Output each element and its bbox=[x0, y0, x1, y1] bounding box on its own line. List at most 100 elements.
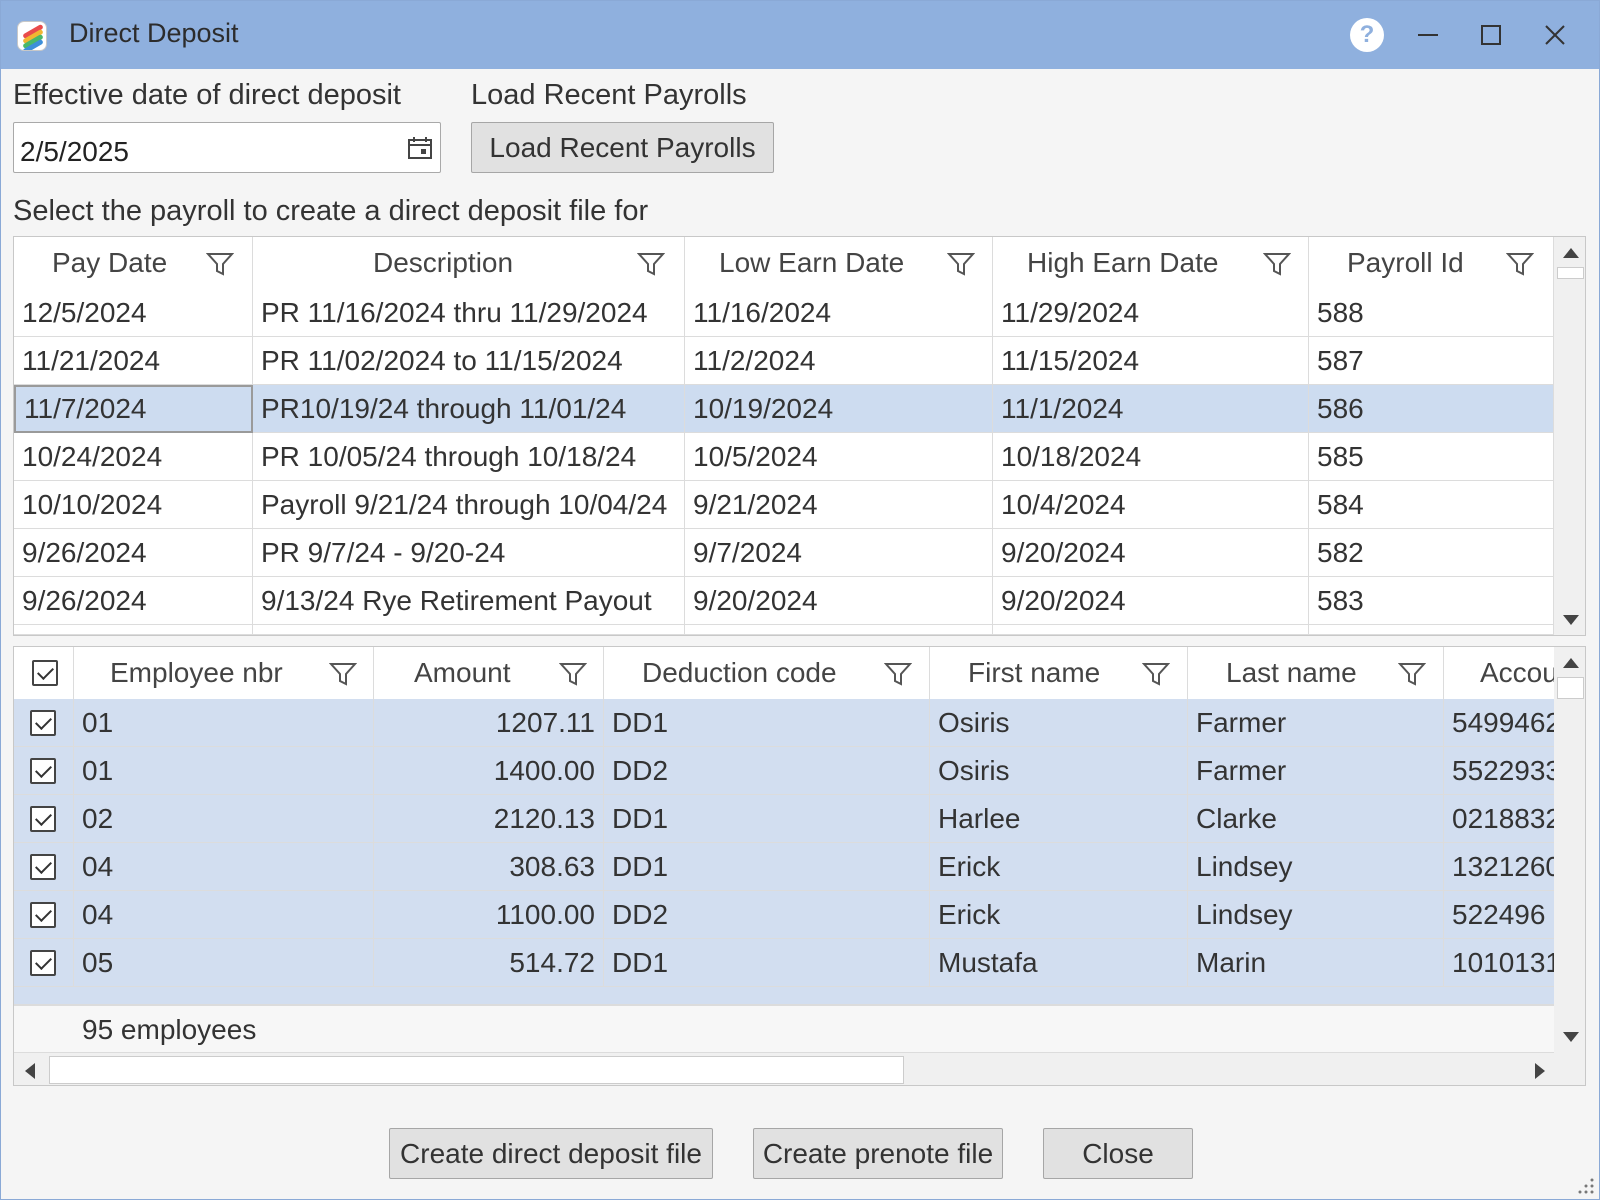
filter-icon[interactable] bbox=[559, 661, 587, 687]
filter-icon[interactable] bbox=[206, 251, 234, 277]
payroll-cell-payroll-id[interactable]: 588 bbox=[1309, 289, 1554, 337]
employee-cell-deduction-code[interactable]: DD1 bbox=[604, 843, 930, 891]
employee-cell-last-name[interactable]: Clarke bbox=[1188, 795, 1444, 843]
employee-cell-account[interactable]: 1010131 bbox=[1444, 939, 1554, 987]
employee-cell-last-name[interactable]: Farmer bbox=[1188, 699, 1444, 747]
column-header-deduction-code[interactable]: Deduction code bbox=[604, 647, 930, 699]
employee-cell-deduction-code[interactable]: DD2 bbox=[604, 891, 930, 939]
employee-cell-employee-nbr[interactable]: 04 bbox=[74, 843, 374, 891]
employee-cell-last-name[interactable]: Marin bbox=[1188, 939, 1444, 987]
employee-cell-amount[interactable]: 308.63 bbox=[374, 843, 604, 891]
employee-checkbox[interactable] bbox=[30, 710, 56, 736]
payroll-row[interactable]: 9/26/2024 PR 9/7/24 - 9/20-24 9/7/2024 9/20… bbox=[14, 529, 1554, 577]
employee-cell-employee-nbr[interactable]: 01 bbox=[74, 699, 374, 747]
payroll-cell-pay-date[interactable]: 10/24/2024 bbox=[14, 433, 253, 481]
payroll-cell-high-earn-date[interactable]: 10/4/2024 bbox=[993, 481, 1309, 529]
payroll-cell-pay-date[interactable]: 9/26/2024 bbox=[14, 529, 253, 577]
column-header-description[interactable]: Description bbox=[253, 237, 685, 289]
payroll-cell-high-earn-date[interactable]: 9/20/2024 bbox=[993, 577, 1309, 625]
column-header-pay-date[interactable]: Pay Date bbox=[14, 237, 253, 289]
payroll-cell-pay-date[interactable]: 9/26/2024 bbox=[14, 577, 253, 625]
close-button[interactable]: Close bbox=[1043, 1128, 1193, 1179]
payroll-row[interactable]: 12/5/2024 PR 11/16/2024 thru 11/29/2024 11… bbox=[14, 289, 1554, 337]
scroll-up-icon[interactable] bbox=[1562, 657, 1580, 669]
filter-icon[interactable] bbox=[637, 251, 665, 277]
employee-cell-amount[interactable]: 1100.00 bbox=[374, 891, 604, 939]
maximize-button[interactable] bbox=[1469, 15, 1513, 55]
payroll-cell-description[interactable]: PR 9/7/24 - 9/20-24 bbox=[253, 529, 685, 577]
employee-cell-amount[interactable]: 1400.00 bbox=[374, 747, 604, 795]
payroll-scroll-thumb[interactable] bbox=[1557, 267, 1584, 279]
column-header-high-earn-date[interactable]: High Earn Date bbox=[993, 237, 1309, 289]
employee-checkbox[interactable] bbox=[30, 854, 56, 880]
payroll-cell-description[interactable]: Payroll 9/21/24 through 10/04/24 bbox=[253, 481, 685, 529]
employee-cell-last-name[interactable]: Lindsey bbox=[1188, 843, 1444, 891]
filter-icon[interactable] bbox=[1263, 251, 1291, 277]
payroll-row[interactable]: 10/10/2024 Payroll 9/21/24 through 10/04/… bbox=[14, 481, 1554, 529]
payroll-cell-payroll-id[interactable]: 586 bbox=[1309, 385, 1554, 433]
employee-cell-last-name[interactable]: Lindsey bbox=[1188, 891, 1444, 939]
employee-cell-first-name[interactable]: Erick bbox=[930, 843, 1188, 891]
employee-select-cell[interactable] bbox=[14, 891, 74, 939]
payroll-cell-payroll-id[interactable]: 582 bbox=[1309, 529, 1554, 577]
payroll-row[interactable]: 11/21/2024 PR 11/02/2024 to 11/15/2024 11/… bbox=[14, 337, 1554, 385]
payroll-cell-description[interactable]: PR10/19/24 through 11/01/24 bbox=[253, 385, 685, 433]
employee-cell-account[interactable]: 0218832 bbox=[1444, 795, 1554, 843]
create-direct-deposit-file-button[interactable]: Create direct deposit file bbox=[389, 1128, 713, 1179]
payroll-cell-low-earn-date[interactable]: 9/7/2024 bbox=[685, 529, 993, 577]
employee-select-cell[interactable] bbox=[14, 747, 74, 795]
employee-row[interactable]: 04 308.63 DD1 Erick Lindsey 1321260 bbox=[14, 843, 1554, 891]
horizontal-scroll-thumb[interactable] bbox=[49, 1056, 904, 1084]
payroll-vertical-scrollbar[interactable] bbox=[1554, 237, 1585, 635]
payroll-cell-pay-date[interactable]: 11/21/2024 bbox=[14, 337, 253, 385]
employee-horizontal-scrollbar[interactable] bbox=[14, 1053, 1585, 1085]
filter-icon[interactable] bbox=[1506, 251, 1534, 277]
create-prenote-file-button[interactable]: Create prenote file bbox=[753, 1128, 1003, 1179]
scroll-up-icon[interactable] bbox=[1562, 247, 1580, 259]
employee-row[interactable]: 04 1100.00 DD2 Erick Lindsey 522496 bbox=[14, 891, 1554, 939]
scroll-left-icon[interactable] bbox=[24, 1062, 36, 1080]
payroll-cell-description[interactable]: 9/13/24 Rye Retirement Payout bbox=[253, 577, 685, 625]
column-header-account[interactable]: Accou bbox=[1444, 647, 1554, 699]
employee-cell-employee-nbr[interactable]: 02 bbox=[74, 795, 374, 843]
employee-cell-first-name[interactable]: Harlee bbox=[930, 795, 1188, 843]
payroll-cell-low-earn-date[interactable]: 9/21/2024 bbox=[685, 481, 993, 529]
calendar-icon[interactable] bbox=[407, 136, 433, 160]
filter-icon[interactable] bbox=[947, 251, 975, 277]
employee-checkbox[interactable] bbox=[30, 950, 56, 976]
employee-cell-amount[interactable]: 1207.11 bbox=[374, 699, 604, 747]
filter-icon[interactable] bbox=[1142, 661, 1170, 687]
payroll-cell-description[interactable]: PR 11/16/2024 thru 11/29/2024 bbox=[253, 289, 685, 337]
employee-cell-first-name[interactable]: Osiris bbox=[930, 747, 1188, 795]
payroll-cell-low-earn-date[interactable]: 11/16/2024 bbox=[685, 289, 993, 337]
payroll-cell-description[interactable]: PR 10/05/24 through 10/18/24 bbox=[253, 433, 685, 481]
employee-row[interactable]: 05 514.72 DD1 Mustafa Marin 1010131 bbox=[14, 939, 1554, 987]
minimize-button[interactable] bbox=[1406, 15, 1450, 55]
employee-cell-deduction-code[interactable]: DD1 bbox=[604, 939, 930, 987]
payroll-row[interactable]: 9/26/2024 9/13/24 Rye Retirement Payout 9/… bbox=[14, 577, 1554, 625]
employee-scroll-thumb[interactable] bbox=[1557, 677, 1584, 699]
scroll-down-icon[interactable] bbox=[1562, 1031, 1580, 1043]
payroll-cell-high-earn-date[interactable]: 11/1/2024 bbox=[993, 385, 1309, 433]
employee-vertical-scrollbar[interactable] bbox=[1554, 647, 1585, 1053]
payroll-cell-payroll-id[interactable]: 584 bbox=[1309, 481, 1554, 529]
payroll-row[interactable]: 11/7/2024 PR10/19/24 through 11/01/24 10/1… bbox=[14, 385, 1554, 433]
employee-row[interactable]: 01 1207.11 DD1 Osiris Farmer 5499462 bbox=[14, 699, 1554, 747]
payroll-cell-high-earn-date[interactable]: 10/18/2024 bbox=[993, 433, 1309, 481]
payroll-cell-pay-date[interactable]: 11/7/2024 bbox=[14, 385, 253, 433]
employee-cell-first-name[interactable]: Osiris bbox=[930, 699, 1188, 747]
column-header-amount[interactable]: Amount bbox=[374, 647, 604, 699]
filter-icon[interactable] bbox=[884, 661, 912, 687]
column-header-payroll-id[interactable]: Payroll Id bbox=[1309, 237, 1554, 289]
column-header-first-name[interactable]: First name bbox=[930, 647, 1188, 699]
employee-cell-account[interactable]: 522496 bbox=[1444, 891, 1554, 939]
filter-icon[interactable] bbox=[1398, 661, 1426, 687]
employee-cell-employee-nbr[interactable]: 05 bbox=[74, 939, 374, 987]
payroll-cell-high-earn-date[interactable]: 11/15/2024 bbox=[993, 337, 1309, 385]
employee-cell-account[interactable]: 5522933 bbox=[1444, 747, 1554, 795]
payroll-cell-high-earn-date[interactable]: 11/29/2024 bbox=[993, 289, 1309, 337]
employee-cell-first-name[interactable]: Mustafa bbox=[930, 939, 1188, 987]
effective-date-input[interactable] bbox=[13, 122, 441, 173]
employee-cell-deduction-code[interactable]: DD1 bbox=[604, 795, 930, 843]
filter-icon[interactable] bbox=[329, 661, 357, 687]
